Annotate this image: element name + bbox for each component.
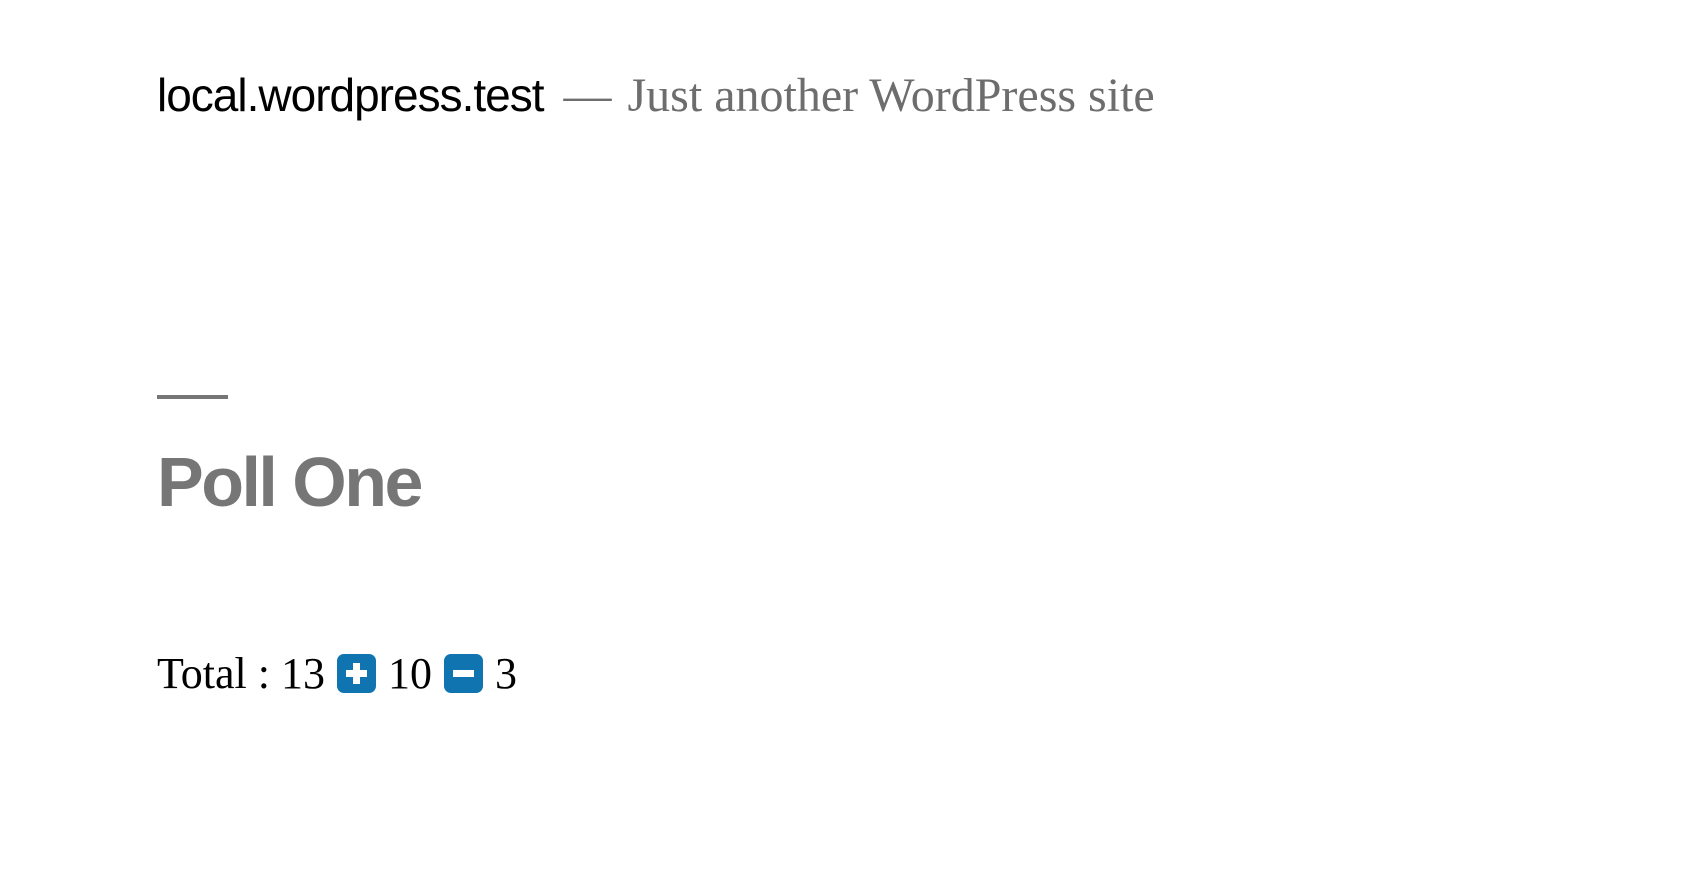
site-header: local.wordpress.test — Just another Word…: [157, 68, 1155, 123]
upvote-count: 10: [388, 649, 433, 698]
site-tagline: Just another WordPress site: [627, 69, 1155, 122]
poll-total-label: Total :: [157, 649, 271, 698]
site-title-link[interactable]: local.wordpress.test: [157, 68, 544, 122]
upvote-button[interactable]: [337, 654, 377, 693]
poll-total-value: 13: [281, 649, 326, 698]
minus-icon: [453, 670, 475, 677]
poll-results: Total : 13 10 3: [157, 648, 517, 699]
downvote-count: 3: [495, 649, 518, 698]
plus-icon: [346, 663, 368, 684]
title-separator: —: [563, 69, 612, 122]
downvote-button[interactable]: [444, 654, 484, 693]
post-title: Poll One: [157, 443, 423, 521]
entry-divider: [157, 395, 228, 399]
